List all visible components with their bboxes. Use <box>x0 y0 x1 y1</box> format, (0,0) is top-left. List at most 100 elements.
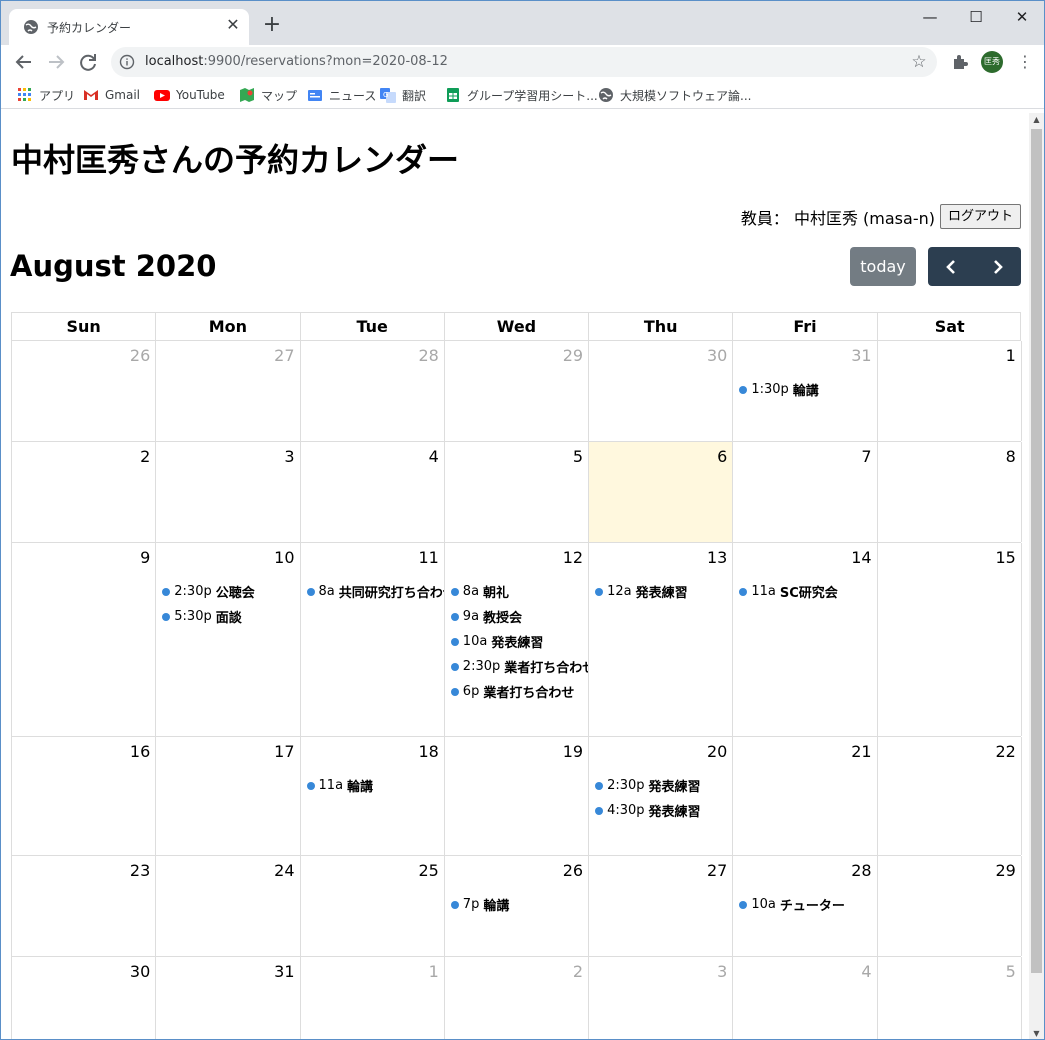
calendar-event[interactable]: 1:30p 輪講 <box>739 377 876 402</box>
day-cell[interactable]: 24 <box>156 856 301 956</box>
day-cell[interactable]: 4 <box>301 442 445 542</box>
new-tab-icon[interactable]: + <box>259 13 285 39</box>
close-tab-icon[interactable]: ✕ <box>223 15 243 35</box>
day-number[interactable]: 29 <box>996 861 1016 880</box>
day-number[interactable]: 3 <box>284 447 294 466</box>
vertical-scrollbar[interactable]: ▲ ▼ <box>1029 113 1044 1039</box>
day-number[interactable]: 4 <box>861 962 871 981</box>
today-button[interactable]: today <box>850 247 916 286</box>
day-number[interactable]: 18 <box>418 742 438 761</box>
calendar-event[interactable]: 10a チューター <box>739 892 876 917</box>
day-cell[interactable]: 14 11a SC研究会 <box>733 543 878 736</box>
day-cell[interactable]: 8 <box>878 442 1022 542</box>
address-bar[interactable]: localhost:9900/reservations?mon=2020-08-… <box>111 47 937 77</box>
day-cell[interactable]: 20 2:30p 発表練習 4:30p 発表練習 <box>589 737 734 855</box>
day-number[interactable]: 10 <box>274 548 294 567</box>
day-number[interactable]: 16 <box>130 742 150 761</box>
day-number[interactable]: 6 <box>717 447 727 466</box>
day-cell-today[interactable]: 6 <box>589 442 734 542</box>
day-number[interactable]: 28 <box>851 861 871 880</box>
bookmark-maps[interactable]: マップ <box>239 85 297 105</box>
day-number[interactable]: 23 <box>130 861 150 880</box>
browser-tab[interactable]: 予約カレンダー ✕ <box>9 9 249 45</box>
day-cell[interactable]: 12 8a 朝礼 9a 教授会 10a 発表練習 2:30p 業者打ち合わせ 6p 業者打ち合わせ <box>445 543 590 736</box>
day-cell[interactable]: 7 <box>733 442 878 542</box>
day-cell[interactable]: 30 <box>589 341 734 441</box>
day-cell[interactable]: 30 <box>12 957 157 1039</box>
day-cell[interactable]: 31 1:30p 輪講 <box>733 341 878 441</box>
day-cell[interactable]: 1 <box>301 957 445 1039</box>
day-cell[interactable]: 11 8a 共同研究打ち合わせ <box>301 543 445 736</box>
day-number[interactable]: 26 <box>563 861 583 880</box>
calendar-event[interactable]: 2:30p 公聴会 <box>162 579 299 604</box>
day-number[interactable]: 2 <box>140 447 150 466</box>
calendar-event[interactable]: 6p 業者打ち合わせ <box>450 679 588 704</box>
day-number[interactable]: 20 <box>707 742 727 761</box>
calendar-event[interactable]: 10a 発表練習 <box>450 629 588 654</box>
day-number[interactable]: 28 <box>418 346 438 365</box>
day-number[interactable]: 11 <box>418 548 438 567</box>
calendar-event[interactable]: 8a 共同研究打ち合わせ <box>306 579 444 604</box>
menu-kebab-icon[interactable]: ⋮ <box>1015 51 1035 73</box>
day-cell[interactable]: 9 <box>12 543 157 736</box>
scrollbar-thumb[interactable] <box>1031 129 1042 973</box>
next-month-button[interactable] <box>975 247 1021 286</box>
day-cell[interactable]: 5 <box>445 442 590 542</box>
day-number[interactable]: 22 <box>996 742 1016 761</box>
scroll-up-arrow-icon[interactable]: ▲ <box>1029 113 1044 127</box>
bookmark-youtube[interactable]: YouTube <box>154 85 225 105</box>
day-number[interactable]: 30 <box>707 346 727 365</box>
bookmark-translate[interactable]: G 翻訳 <box>380 85 426 105</box>
day-number[interactable]: 4 <box>429 447 439 466</box>
minimize-icon[interactable]: — <box>907 3 953 31</box>
day-number[interactable]: 1 <box>429 962 439 981</box>
day-number[interactable]: 29 <box>563 346 583 365</box>
logout-button[interactable]: ログアウト <box>939 204 1021 229</box>
day-number[interactable]: 24 <box>274 861 294 880</box>
day-number[interactable]: 27 <box>274 346 294 365</box>
day-number[interactable]: 30 <box>130 962 150 981</box>
day-cell[interactable]: 26 7p 輪講 <box>445 856 590 956</box>
prev-month-button[interactable] <box>928 247 974 286</box>
day-cell[interactable]: 26 <box>12 341 157 441</box>
day-number[interactable]: 14 <box>851 548 871 567</box>
day-number[interactable]: 13 <box>707 548 727 567</box>
scroll-down-arrow-icon[interactable]: ▼ <box>1029 1027 1044 1039</box>
day-cell[interactable]: 2 <box>445 957 590 1039</box>
bookmark-sheets[interactable]: グループ学習用シート... <box>445 85 598 105</box>
back-arrow-icon[interactable] <box>11 49 37 75</box>
day-number[interactable]: 15 <box>996 548 1016 567</box>
close-window-icon[interactable]: ✕ <box>999 3 1044 31</box>
bookmark-software[interactable]: 大規模ソフトウェア論... <box>598 85 751 105</box>
forward-arrow-icon[interactable] <box>43 49 69 75</box>
profile-avatar[interactable]: 匡秀 <box>981 51 1003 73</box>
day-cell[interactable]: 29 <box>445 341 590 441</box>
day-cell[interactable]: 21 <box>733 737 878 855</box>
day-number[interactable]: 25 <box>418 861 438 880</box>
maximize-icon[interactable]: ☐ <box>953 3 999 31</box>
reload-icon[interactable] <box>75 49 101 75</box>
day-cell[interactable]: 1 <box>878 341 1022 441</box>
day-cell[interactable]: 31 <box>156 957 301 1039</box>
day-cell[interactable]: 27 <box>589 856 734 956</box>
day-cell[interactable]: 28 10a チューター <box>733 856 878 956</box>
calendar-event[interactable]: 9a 教授会 <box>450 604 588 629</box>
bookmark-news[interactable]: ニュース <box>307 85 376 105</box>
day-cell[interactable]: 18 11a 輪講 <box>301 737 445 855</box>
calendar-event[interactable]: 12a 発表練習 <box>595 579 732 604</box>
day-cell[interactable]: 5 <box>878 957 1022 1039</box>
calendar-event[interactable]: 7p 輪講 <box>450 892 588 917</box>
day-number[interactable]: 21 <box>851 742 871 761</box>
calendar-event[interactable]: 2:30p 業者打ち合わせ <box>450 654 588 679</box>
bookmark-gmail[interactable]: Gmail <box>83 85 140 105</box>
bookmark-star-icon[interactable]: ☆ <box>909 52 929 72</box>
day-cell[interactable]: 27 <box>156 341 301 441</box>
day-number[interactable]: 8 <box>1006 447 1016 466</box>
calendar-event[interactable]: 11a 輪講 <box>306 773 444 798</box>
day-cell[interactable]: 28 <box>301 341 445 441</box>
day-cell[interactable]: 15 <box>878 543 1022 736</box>
day-cell[interactable]: 2 <box>12 442 157 542</box>
calendar-event[interactable]: 5:30p 面談 <box>162 604 299 629</box>
day-cell[interactable]: 22 <box>878 737 1022 855</box>
day-cell[interactable]: 25 <box>301 856 445 956</box>
